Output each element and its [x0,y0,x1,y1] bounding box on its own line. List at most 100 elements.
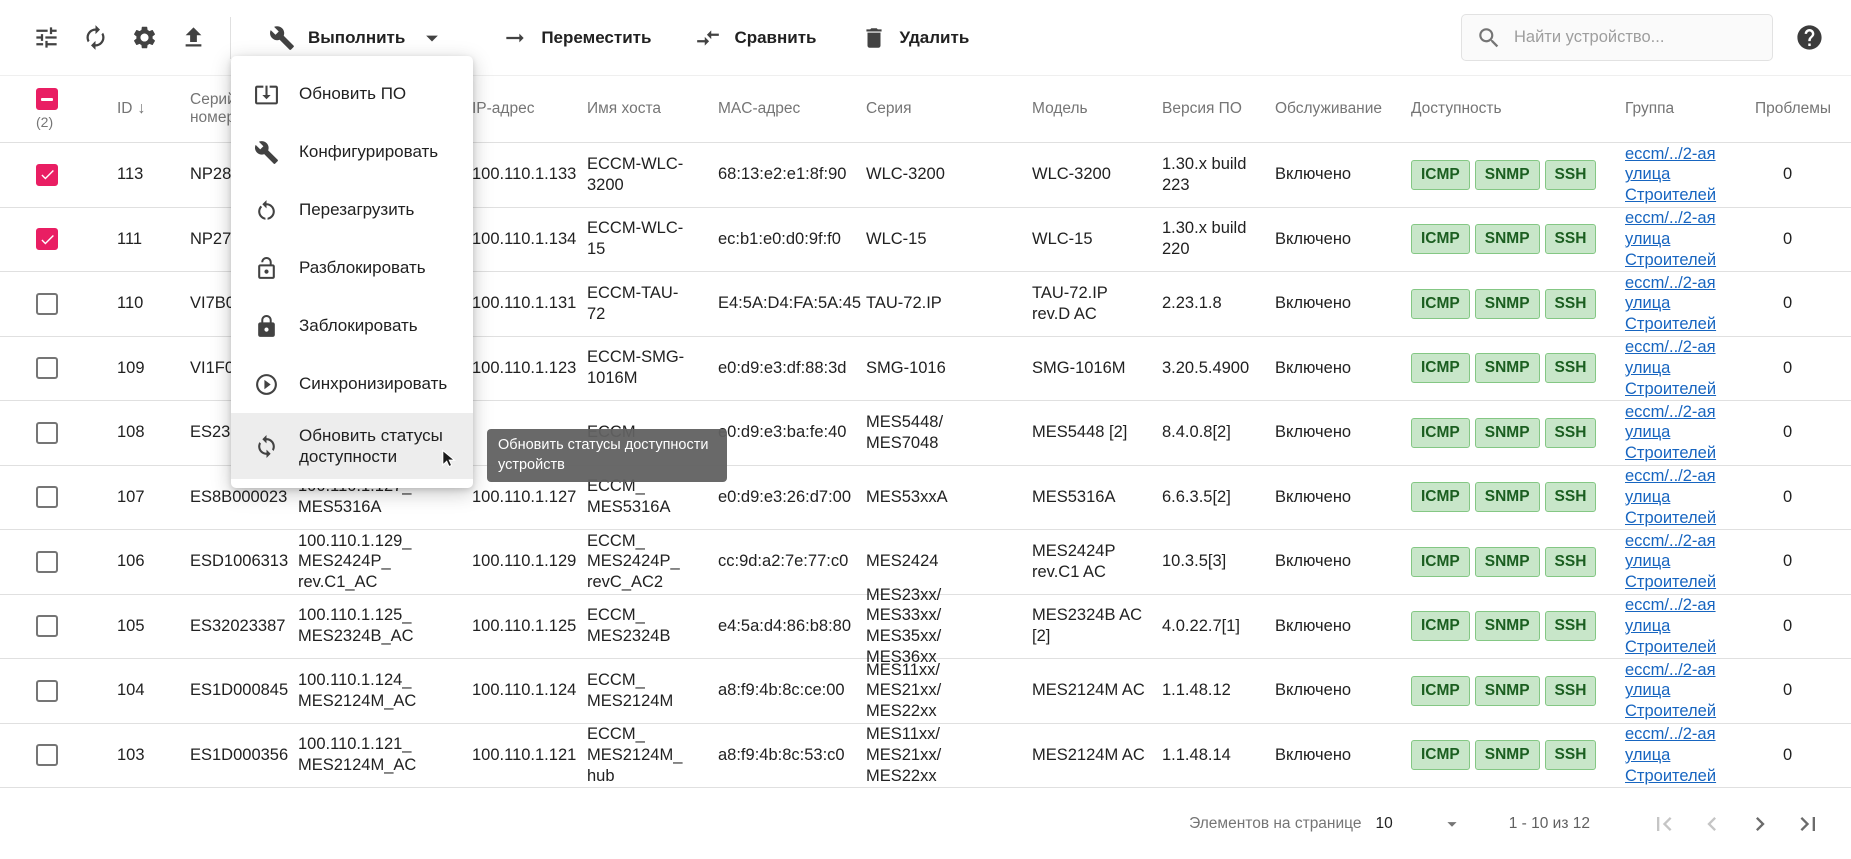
row-checkbox[interactable] [36,680,58,702]
group-link[interactable]: eccm/​../​2-ая улица Строителей [1625,661,1716,721]
row-checkbox[interactable] [36,357,58,379]
group-link[interactable]: eccm/​../​2-ая улица Строителей [1625,725,1716,785]
settings-button[interactable] [120,13,169,62]
cell-problems: 0 [1755,229,1851,250]
cell-serial: ES8B000023 [190,487,298,508]
availability-badge: ICMP [1411,289,1470,319]
help-button[interactable] [1789,18,1829,58]
availability-badge: SNMP [1475,160,1540,190]
first-page-button[interactable] [1640,800,1688,848]
header-group[interactable]: Группа [1625,100,1755,118]
row-checkbox[interactable] [36,744,58,766]
row-checkbox[interactable] [36,486,58,508]
cell-id: 107 [117,487,190,508]
availability-badge: ICMP [1411,676,1470,706]
group-link[interactable]: eccm/​../​2-ая улица Строителей [1625,467,1716,527]
availability-badge: SNMP [1475,740,1540,770]
header-hostname[interactable]: Имя хоста [587,100,718,118]
cell-hostname: ECCM_​MES5316A [587,476,718,518]
arrow-right-icon [502,25,528,51]
menu-item-update-firmware[interactable]: Обновить ПО [231,65,473,123]
chevron-down-icon [418,24,446,52]
header-maintenance[interactable]: Обслуживание [1275,100,1411,118]
select-all-checkbox[interactable] [36,88,58,110]
header-ip[interactable]: IP-адрес [472,100,587,118]
execute-button[interactable]: Выполнить [269,24,446,52]
cell-id: 106 [117,551,190,572]
move-button[interactable]: Переместить [502,25,651,51]
header-mac[interactable]: MAC-адрес [718,100,866,118]
cell-series: MES5448/​MES7048 [866,412,1032,454]
cell-availability: ICMPSNMPSSH [1411,160,1625,190]
row-checkbox[interactable] [36,551,58,573]
cell-problems: 0 [1755,680,1851,701]
availability-badge: SNMP [1475,547,1540,577]
menu-item-configure[interactable]: Конфигурировать [231,123,473,181]
menu-item-sync[interactable]: Синхронизировать [231,355,473,413]
header-series[interactable]: Серия [866,100,1032,118]
unlock-icon [254,256,279,281]
group-link[interactable]: eccm/​../​2-ая улица Строителей [1625,596,1716,656]
header-availability[interactable]: Доступность [1411,100,1625,118]
cell-series: WLC-3200 [866,164,1032,185]
group-link[interactable]: eccm/​../​2-ая улица Строителей [1625,145,1716,205]
cell-firmware: 1.1.48.14 [1162,745,1275,766]
menu-item-lock[interactable]: Заблокировать [231,297,473,355]
last-page-button[interactable] [1784,800,1832,848]
cell-problems: 0 [1755,616,1851,637]
cell-hostname: ECCM_​MES2124M_​hub [587,724,718,786]
sync-icon [254,372,279,397]
search-input[interactable] [1512,27,1758,48]
next-page-button[interactable] [1736,800,1784,848]
cell-mac: e0:d9:e3:26:d7:00 [718,487,866,508]
cell-mac: cc:9d:a2:7e:77:c0 [718,551,866,572]
group-link[interactable]: eccm/​../​2-ая улица Строителей [1625,209,1716,269]
cell-firmware: 4.0.22.7[1] [1162,616,1275,637]
cell-hostname: ECCM_​MES2324B [587,605,718,647]
table-row[interactable]: 104ES1D000845100.110.1.124_​MES2124M_​AC… [0,659,1851,724]
menu-item-unlock[interactable]: Разблокировать [231,239,473,297]
header-firmware[interactable]: Версия ПО [1162,100,1275,118]
row-checkbox[interactable] [36,293,58,315]
cell-problems: 0 [1755,551,1851,572]
cell-firmware: 2.23.1.8 [1162,293,1275,314]
header-problems[interactable]: Проблемы [1755,100,1851,118]
group-link[interactable]: eccm/​../​2-ая улица Строителей [1625,338,1716,398]
cell-ip: 100.110.1.131 [472,293,587,314]
table-row[interactable]: 105ES32023387100.110.1.125_​MES2324B_​AC… [0,595,1851,660]
refresh-button[interactable] [71,13,120,62]
group-link[interactable]: eccm/​../​2-ая улица Строителей [1625,274,1716,334]
row-checkbox[interactable] [36,164,58,186]
compare-button[interactable]: Сравнить [695,25,816,51]
chevron-left-icon [1698,810,1726,838]
row-checkbox[interactable] [36,422,58,444]
device-search[interactable] [1461,14,1773,61]
header-model[interactable]: Модель [1032,100,1162,118]
cell-maintenance: Включено [1275,680,1411,701]
page-size-select[interactable]: 10 [1375,813,1462,835]
row-checkbox[interactable] [36,228,58,250]
table-row[interactable]: 103ES1D000356100.110.1.121_​MES2124M_​AC… [0,724,1851,789]
header-id[interactable]: ID↓ [117,100,190,118]
cell-group: eccm/​../​2-ая улица Строителей [1625,144,1755,206]
tools-icon [269,25,295,51]
prev-page-button[interactable] [1688,800,1736,848]
menu-item-refresh-status[interactable]: Обновить статусы доступности [231,413,473,479]
cell-group: eccm/​../​2-ая улица Строителей [1625,208,1755,270]
cell-model: WLC-15 [1032,229,1162,250]
cell-id: 111 [117,229,190,250]
menu-item-reboot[interactable]: Перезагрузить [231,181,473,239]
availability-badge: SSH [1545,418,1597,448]
row-checkbox[interactable] [36,615,58,637]
availability-badge: ICMP [1411,224,1470,254]
delete-button[interactable]: Удалить [861,25,970,51]
page-size-value: 10 [1375,815,1392,833]
upload-button[interactable] [169,13,218,62]
cell-model: MES2324B AC [2] [1032,605,1162,647]
group-link[interactable]: eccm/​../​2-ая улица Строителей [1625,532,1716,592]
group-link[interactable]: eccm/​../​2-ая улица Строителей [1625,403,1716,463]
cell-ip: 100.110.1.125 [472,616,587,637]
filter-button[interactable] [22,13,71,62]
cell-model: MES5316A [1032,487,1162,508]
cell-series: MES11xx/​MES21xx/​MES22xx [866,660,1032,722]
